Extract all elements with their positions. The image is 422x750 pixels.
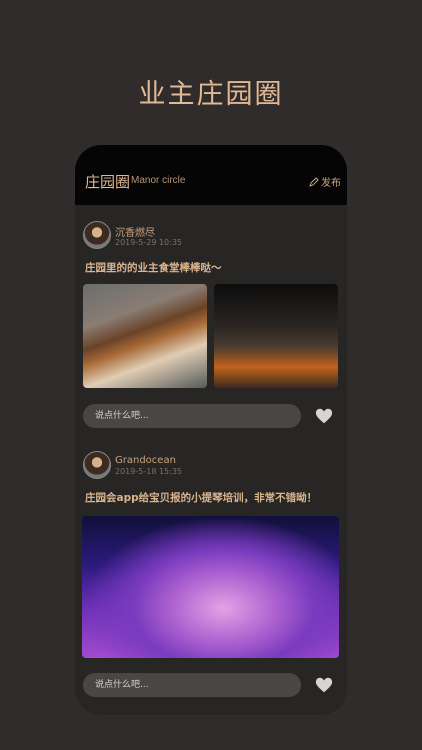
post-card: 沉香燃尽 2019-5-29 10:35 庄园里的的业主食堂棒棒哒～ 说点什么吧… xyxy=(75,215,347,435)
comment-input[interactable]: 说点什么吧... xyxy=(83,404,301,428)
post-text: 庄园会app给宝贝报的小提琴培训，非常不错呦！ xyxy=(85,492,318,504)
app-header: 庄园圈 Manor circle 发布 xyxy=(75,145,347,205)
publish-label: 发布 xyxy=(321,178,341,189)
post-image[interactable] xyxy=(83,284,207,388)
comment-input[interactable]: 说点什么吧... xyxy=(83,673,301,697)
heart-icon[interactable] xyxy=(315,407,333,425)
post-image[interactable] xyxy=(214,284,338,388)
heart-icon[interactable] xyxy=(315,676,333,694)
avatar[interactable] xyxy=(83,451,111,479)
pencil-icon xyxy=(309,176,319,187)
post-username[interactable]: 沉香燃尽 xyxy=(115,224,155,239)
header-subtitle: Manor circle xyxy=(131,175,186,186)
post-image[interactable] xyxy=(82,516,339,658)
post-date: 2019-5-18 15:35 xyxy=(115,467,182,476)
post-date: 2019-5-29 10:35 xyxy=(115,238,182,247)
avatar[interactable] xyxy=(83,221,111,249)
publish-button[interactable]: 发布 xyxy=(309,174,341,189)
header-title: 庄园圈 xyxy=(85,173,131,191)
post-username[interactable]: Grandocean xyxy=(115,455,176,466)
phone-frame: 庄园圈 Manor circle 发布 沉香燃尽 2019-5-29 10:35… xyxy=(75,145,347,715)
page-title: 业主庄园圈 xyxy=(138,79,284,110)
post-card: Grandocean 2019-5-18 15:35 庄园会app给宝贝报的小提… xyxy=(75,447,347,707)
post-text: 庄园里的的业主食堂棒棒哒～ xyxy=(85,262,222,274)
